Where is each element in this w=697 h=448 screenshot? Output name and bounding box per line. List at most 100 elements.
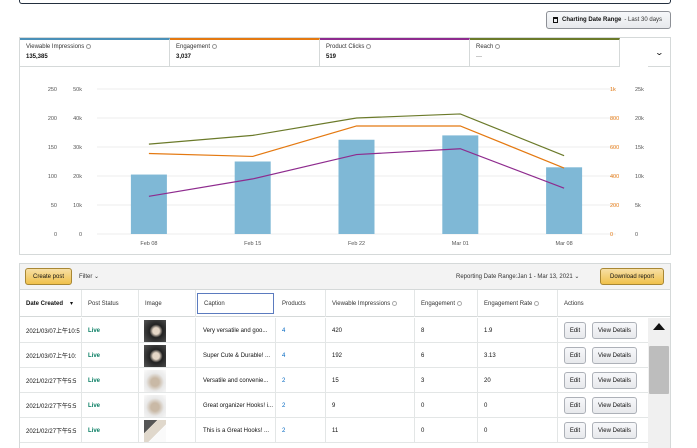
metric-tab-engagement[interactable]: Engagement 3,037: [170, 38, 320, 67]
metric-tab-product-clicks[interactable]: Product Clicks 519: [320, 38, 470, 67]
column-label: Engagement Rate: [484, 300, 533, 307]
cell-caption: Very versatile and goo...: [197, 318, 276, 343]
edit-button[interactable]: Edit: [564, 397, 586, 414]
x-axis-tick-label: Feb 22: [348, 241, 365, 247]
post-image-cell: [139, 368, 196, 393]
left-outer-axis-label: 0: [54, 232, 57, 238]
right-outer-axis-label: 0: [635, 232, 638, 238]
date-range-value: - Last 30 days: [624, 17, 663, 23]
cell-products[interactable]: 2: [276, 368, 326, 393]
right-outer-axis-label: 5k: [635, 203, 641, 209]
left-inner-axis-label: 50k: [73, 87, 82, 93]
cell-rate: 3.13: [478, 343, 558, 368]
info-icon: [457, 301, 463, 306]
cell-rate: 0: [478, 418, 558, 443]
view-details-button[interactable]: View Details: [592, 422, 637, 439]
cell-status: Live: [82, 418, 139, 443]
column-header-products: Products: [276, 290, 326, 317]
cell-products[interactable]: 2: [276, 393, 326, 418]
metric-name: Viewable Impressions: [26, 44, 163, 50]
post-thumbnail[interactable]: [144, 344, 166, 367]
view-details-button[interactable]: View Details: [592, 397, 637, 414]
column-header-caption[interactable]: Caption: [197, 293, 274, 314]
post-thumbnail[interactable]: [144, 369, 166, 392]
right-inner-axis-label: 0: [610, 232, 613, 238]
filter-label: Filter: [79, 274, 93, 280]
scrollbar-thumb[interactable]: [649, 346, 669, 394]
right-outer-axis-label: 20k: [635, 116, 644, 122]
metric-value: 3,037: [176, 54, 192, 61]
metric-tab-reach[interactable]: Reach —: [470, 38, 620, 67]
charting-date-range-button[interactable]: Charting Date Range - Last 30 days: [546, 11, 671, 29]
info-icon: [495, 44, 501, 49]
cell-status: Live: [82, 318, 139, 343]
edit-button[interactable]: Edit: [564, 322, 586, 339]
expand-chevron-button[interactable]: ⌄: [648, 38, 670, 67]
cell-rate: 1.9: [478, 318, 558, 343]
left-inner-axis-label: 0: [79, 232, 82, 238]
table-toolbar: Create post Filter ⌄ Reporting Date Rang…: [20, 264, 670, 290]
edit-button[interactable]: Edit: [564, 347, 586, 364]
right-inner-axis-label: 600: [610, 145, 619, 151]
cell-caption: Great organizer Hooks! i...: [197, 393, 276, 418]
edit-button[interactable]: Edit: [564, 422, 586, 439]
post-thumbnail[interactable]: [144, 394, 166, 417]
table-row: 2021/03/07上午10:5 Live Very versatile and g…: [20, 318, 650, 343]
cell-impressions: 420: [326, 318, 415, 343]
filter-dropdown[interactable]: Filter ⌄: [79, 273, 99, 280]
info-icon: [366, 44, 372, 49]
cell-products[interactable]: 4: [276, 318, 326, 343]
metrics-chart-card: Viewable Impressions 135,385 Engagement …: [19, 37, 671, 255]
column-label: Viewable Impressions: [332, 300, 391, 307]
left-outer-axis-label: 50: [51, 203, 57, 209]
table-row: 2021/02/27下午5:5 Live Versatile and conveni…: [20, 368, 650, 393]
column-header-post-status: Post Status: [82, 290, 139, 317]
metric-tab-impressions[interactable]: Viewable Impressions 135,385: [20, 38, 170, 67]
create-post-button[interactable]: Create post: [25, 268, 72, 285]
cell-actions: Edit View Details: [558, 343, 650, 368]
cell-engagement: 3: [415, 368, 478, 393]
download-report-button[interactable]: Download report: [600, 268, 664, 285]
post-thumbnail[interactable]: [144, 319, 166, 342]
cell-actions: Edit View Details: [558, 368, 650, 393]
scroll-up-icon[interactable]: [653, 323, 665, 330]
chevron-down-icon: ⌄: [94, 274, 100, 280]
cell-status: Live: [82, 393, 139, 418]
cell-actions: Edit View Details: [558, 393, 650, 418]
right-inner-axis-label: 200: [610, 203, 619, 209]
metric-name-text: Product Clicks: [326, 44, 365, 51]
metric-value: —: [476, 54, 482, 61]
post-image-cell: [139, 343, 196, 368]
calendar-icon: [553, 17, 558, 23]
table-scrollbar[interactable]: [648, 318, 670, 448]
post-thumbnail[interactable]: [144, 419, 166, 442]
right-outer-axis-label: 15k: [635, 145, 644, 151]
view-details-button[interactable]: View Details: [592, 347, 637, 364]
bar-impressions: [130, 174, 167, 234]
bar-impressions: [546, 167, 583, 234]
right-inner-axis-label: 400: [610, 174, 619, 180]
info-icon: [86, 44, 92, 49]
cell-caption: This is a Great Hooks! ...: [197, 418, 276, 443]
cell-products[interactable]: 4: [276, 343, 326, 368]
column-header-date-created[interactable]: Date Created ▾: [20, 290, 82, 317]
date-range-label: Charting Date Range: [562, 17, 622, 23]
top-strip: [19, 0, 671, 4]
column-header-actions: Actions: [564, 300, 584, 307]
cell-caption: Super Cute & Durable! ...: [197, 343, 276, 368]
cell-products[interactable]: 2: [276, 418, 326, 443]
info-icon: [534, 301, 540, 306]
cell-status: Live: [82, 343, 139, 368]
edit-button[interactable]: Edit: [564, 372, 586, 389]
left-inner-axis-label: 40k: [73, 116, 82, 122]
cell-date: 2021/02/27下午5:5: [20, 418, 82, 443]
view-details-button[interactable]: View Details: [592, 322, 637, 339]
view-details-button[interactable]: View Details: [592, 372, 637, 389]
posts-table-card: Create post Filter ⌄ Reporting Date Rang…: [19, 263, 671, 448]
x-axis-tick-label: Mar 01: [452, 241, 469, 247]
cell-impressions: 15: [326, 368, 415, 393]
metric-name-text: Viewable Impressions: [26, 44, 85, 51]
reporting-date-range-dropdown[interactable]: Reporting Date Range:Jan 1 - Mar 13, 202…: [456, 273, 579, 280]
cell-engagement: 0: [415, 418, 478, 443]
column-label: Engagement: [421, 300, 456, 307]
